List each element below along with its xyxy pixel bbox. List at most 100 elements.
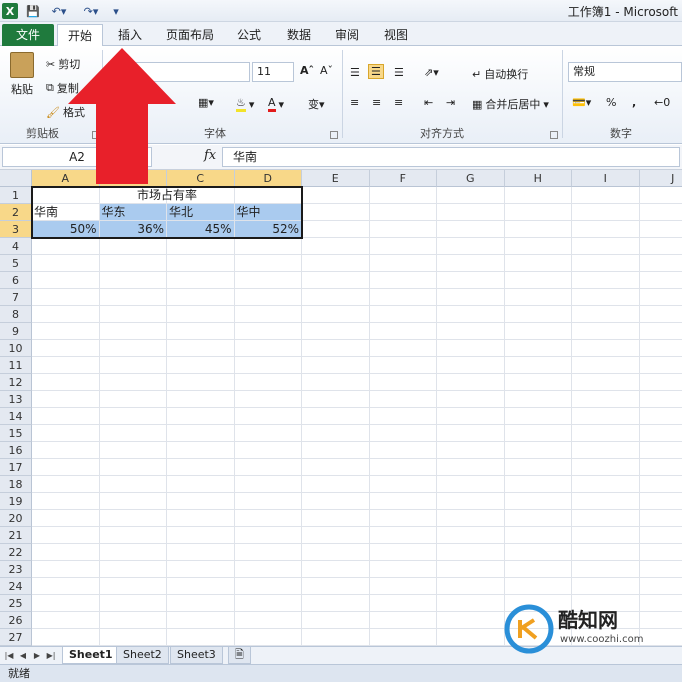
orientation-button[interactable]: ⇗▾ [424, 66, 439, 79]
cell-e20[interactable] [302, 510, 370, 527]
cell-i19[interactable] [572, 493, 640, 510]
cell-f8[interactable] [369, 306, 437, 323]
cell-g17[interactable] [437, 459, 505, 476]
row-header-24[interactable]: 24 [0, 578, 32, 595]
cell-j13[interactable] [639, 391, 682, 408]
cell-e2[interactable] [302, 204, 370, 221]
cell-c11[interactable] [167, 357, 235, 374]
cell-d18[interactable] [234, 476, 302, 493]
cell-h23[interactable] [504, 561, 572, 578]
align-right-button[interactable]: ≡ [394, 96, 403, 109]
cell-a24[interactable] [32, 578, 100, 595]
new-sheet-icon[interactable]: 🗎 [228, 647, 251, 664]
cell-e3[interactable] [302, 221, 370, 238]
cell-b18[interactable] [99, 476, 167, 493]
cell-g14[interactable] [437, 408, 505, 425]
cell-g22[interactable] [437, 544, 505, 561]
cell-e10[interactable] [302, 340, 370, 357]
align-top-button[interactable]: ☰ [350, 66, 360, 79]
cell-g9[interactable] [437, 323, 505, 340]
cell-c13[interactable] [167, 391, 235, 408]
row-header-8[interactable]: 8 [0, 306, 32, 323]
cell-j10[interactable] [639, 340, 682, 357]
cell-j9[interactable] [639, 323, 682, 340]
decrease-indent-button[interactable]: ⇤ [424, 96, 433, 109]
tab-formulas[interactable]: 公式 [227, 24, 271, 46]
row-header-12[interactable]: 12 [0, 374, 32, 391]
cell-i1[interactable] [572, 187, 640, 204]
cell-d25[interactable] [234, 595, 302, 612]
cell-i2[interactable] [572, 204, 640, 221]
tab-view[interactable]: 视图 [374, 24, 418, 46]
cell-j22[interactable] [639, 544, 682, 561]
cell-i20[interactable] [572, 510, 640, 527]
cell-i6[interactable] [572, 272, 640, 289]
cell-i16[interactable] [572, 442, 640, 459]
cell-h11[interactable] [504, 357, 572, 374]
font-launcher-icon[interactable] [330, 131, 338, 139]
cell-f9[interactable] [369, 323, 437, 340]
column-header-i[interactable]: I [572, 170, 640, 187]
cell-a2[interactable]: 华南 [32, 204, 100, 221]
alignment-launcher-icon[interactable] [550, 131, 558, 139]
cell-a22[interactable] [32, 544, 100, 561]
row-header-22[interactable]: 22 [0, 544, 32, 561]
row-header-4[interactable]: 4 [0, 238, 32, 255]
cell-h13[interactable] [504, 391, 572, 408]
cell-c25[interactable] [167, 595, 235, 612]
row-header-14[interactable]: 14 [0, 408, 32, 425]
row-header-6[interactable]: 6 [0, 272, 32, 289]
cell-c8[interactable] [167, 306, 235, 323]
cell-b23[interactable] [99, 561, 167, 578]
cell-f23[interactable] [369, 561, 437, 578]
cell-h17[interactable] [504, 459, 572, 476]
cell-b14[interactable] [99, 408, 167, 425]
cell-g8[interactable] [437, 306, 505, 323]
tab-page-layout[interactable]: 页面布局 [156, 24, 224, 46]
font-size-combo[interactable]: 11 [252, 62, 294, 82]
cell-f4[interactable] [369, 238, 437, 255]
cell-g26[interactable] [437, 612, 505, 629]
cell-c6[interactable] [167, 272, 235, 289]
cell-i17[interactable] [572, 459, 640, 476]
cell-d27[interactable] [234, 629, 302, 646]
cell-e8[interactable] [302, 306, 370, 323]
worksheet-grid[interactable]: ABCDEFGHIJ12华南华东华北华中350%36%45%52%4567891… [0, 170, 682, 646]
row-header-23[interactable]: 23 [0, 561, 32, 578]
cell-e13[interactable] [302, 391, 370, 408]
cell-d20[interactable] [234, 510, 302, 527]
cell-g16[interactable] [437, 442, 505, 459]
cell-h20[interactable] [504, 510, 572, 527]
tab-review[interactable]: 审阅 [325, 24, 369, 46]
align-bottom-button[interactable]: ☰ [394, 66, 404, 79]
sheet-tab-1[interactable]: Sheet1 [62, 647, 120, 664]
cell-a15[interactable] [32, 425, 100, 442]
cell-c27[interactable] [167, 629, 235, 646]
cell-a20[interactable] [32, 510, 100, 527]
cell-c5[interactable] [167, 255, 235, 272]
cell-g20[interactable] [437, 510, 505, 527]
cell-j2[interactable] [639, 204, 682, 221]
paste-button[interactable]: 粘贴 [6, 52, 38, 97]
cell-a14[interactable] [32, 408, 100, 425]
cell-d2[interactable]: 华中 [234, 204, 302, 221]
prev-sheet-icon[interactable]: ◀ [18, 650, 28, 662]
cell-j1[interactable] [639, 187, 682, 204]
cell-d10[interactable] [234, 340, 302, 357]
cell-e6[interactable] [302, 272, 370, 289]
fill-color-button[interactable]: ♨ ▾ [236, 96, 254, 112]
cell-d7[interactable] [234, 289, 302, 306]
cell-a19[interactable] [32, 493, 100, 510]
cell-i24[interactable] [572, 578, 640, 595]
sheet-tab-3[interactable]: Sheet3 [170, 647, 223, 664]
cell-a26[interactable] [32, 612, 100, 629]
cell-j11[interactable] [639, 357, 682, 374]
cell-j3[interactable] [639, 221, 682, 238]
customize-toolbar-icon[interactable]: ▾ [110, 3, 122, 19]
cell-c10[interactable] [167, 340, 235, 357]
cell-j21[interactable] [639, 527, 682, 544]
cell-b2[interactable]: 华东 [99, 204, 167, 221]
cell-e21[interactable] [302, 527, 370, 544]
cell-f24[interactable] [369, 578, 437, 595]
cell-e27[interactable] [302, 629, 370, 646]
